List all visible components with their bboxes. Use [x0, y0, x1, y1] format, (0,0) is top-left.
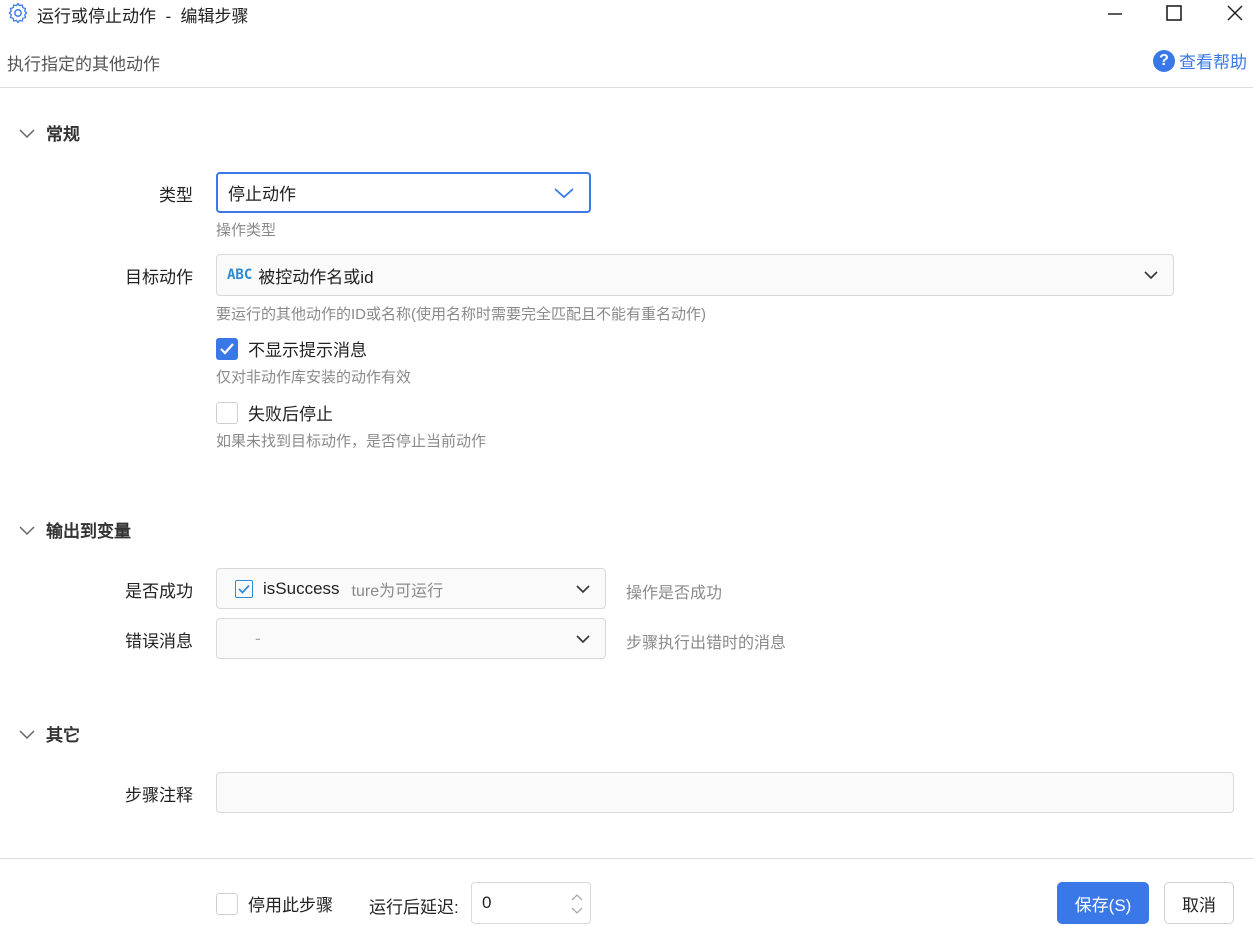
success-label: 是否成功: [125, 582, 193, 601]
success-variable-desc: ture为可运行: [351, 582, 444, 600]
section-general-title: 常规: [46, 125, 80, 144]
help-link[interactable]: ? 查看帮助: [1153, 48, 1247, 73]
header-divider: [0, 87, 1253, 88]
success-variable-select[interactable]: isSuccess ture为可运行: [216, 568, 606, 609]
success-variable-name: isSuccess: [263, 578, 340, 598]
save-button[interactable]: 保存(S): [1057, 882, 1149, 924]
check-icon: [220, 342, 234, 355]
disable-step-option[interactable]: 停用此步骤: [216, 891, 333, 916]
delay-label: 运行后延迟:: [369, 898, 459, 917]
stop-on-fail-label: 失败后停止: [248, 405, 333, 424]
section-output-header[interactable]: 输出到变量: [18, 517, 131, 542]
cancel-button[interactable]: 取消: [1164, 882, 1234, 924]
chevron-down-icon: [19, 128, 35, 138]
error-variable-value: -: [255, 628, 261, 648]
title-bar: 运行或停止动作 - 编辑步骤: [0, 0, 1253, 26]
stop-on-fail-checkbox[interactable]: [216, 401, 238, 424]
window-title: 运行或停止动作 - 编辑步骤: [37, 7, 249, 26]
no-prompt-checkbox[interactable]: [216, 337, 238, 360]
type-hint: 操作类型: [216, 222, 277, 239]
chevron-down-icon: [576, 634, 590, 643]
chevron-down-icon: [554, 187, 574, 198]
chevron-down-icon: [1144, 271, 1158, 280]
no-prompt-option[interactable]: 不显示提示消息: [216, 336, 367, 361]
footer-divider: [0, 858, 1253, 859]
section-other-header[interactable]: 其它: [18, 721, 80, 746]
stepper-arrows-icon[interactable]: [570, 891, 584, 917]
error-label: 错误消息: [125, 632, 193, 651]
error-hint: 步骤执行出错时的消息: [626, 635, 787, 652]
target-label: 目标动作: [125, 268, 193, 287]
stop-on-fail-hint: 如果未找到目标动作，是否停止当前动作: [216, 433, 487, 450]
boolean-type-icon: [235, 579, 253, 598]
note-label: 步骤注释: [125, 786, 193, 805]
close-button[interactable]: [1215, 0, 1253, 26]
target-action-select[interactable]: ABC 被控动作名或id: [216, 254, 1174, 296]
text-type-icon: ABC: [227, 267, 253, 283]
maximize-button[interactable]: [1154, 0, 1194, 26]
delay-stepper[interactable]: 0: [471, 882, 591, 924]
chevron-down-icon: [19, 729, 35, 739]
gear-icon: [6, 2, 30, 24]
delay-value: 0: [482, 893, 492, 912]
section-general-header[interactable]: 常规: [18, 120, 80, 145]
target-hint: 要运行的其他动作的ID或名称(使用名称时需要完全匹配且不能有重名动作): [216, 306, 706, 323]
question-icon: ?: [1153, 49, 1175, 72]
type-value: 停止动作: [228, 185, 296, 204]
close-icon: [1227, 5, 1243, 21]
type-label: 类型: [159, 186, 193, 205]
disable-step-checkbox[interactable]: [216, 892, 238, 915]
no-prompt-hint: 仅对非动作库安装的动作有效: [216, 369, 412, 386]
section-output-title: 输出到变量: [46, 522, 131, 541]
step-note-input[interactable]: [216, 772, 1234, 813]
help-label: 查看帮助: [1179, 53, 1247, 72]
chevron-down-icon: [576, 584, 590, 593]
dialog-description: 执行指定的其他动作: [7, 55, 160, 74]
disable-step-label: 停用此步骤: [248, 896, 333, 915]
success-hint: 操作是否成功: [626, 585, 723, 602]
minimize-button[interactable]: [1095, 0, 1135, 26]
error-variable-select[interactable]: -: [216, 618, 606, 659]
no-prompt-label: 不显示提示消息: [248, 341, 367, 360]
target-action-value: 被控动作名或id: [258, 267, 374, 287]
type-select[interactable]: 停止动作: [216, 172, 591, 213]
chevron-down-icon: [19, 525, 35, 535]
stop-on-fail-option[interactable]: 失败后停止: [216, 400, 333, 425]
section-other-title: 其它: [46, 726, 80, 745]
